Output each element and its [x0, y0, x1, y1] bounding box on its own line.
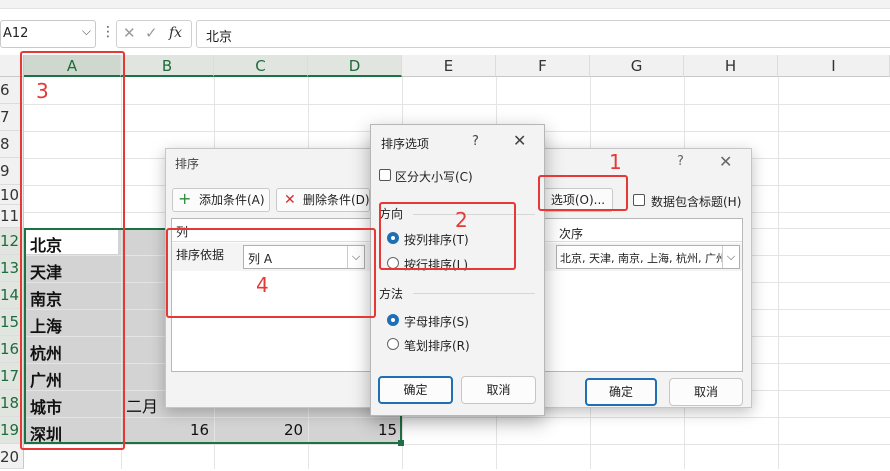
col-header-f[interactable]: F [496, 55, 590, 77]
sort-order-combo[interactable]: 北京, 天津, 南京, 上海, 杭州, 广州, ⌵ [556, 245, 740, 269]
annotation-label-2: 2 [455, 208, 468, 232]
fx-icon[interactable]: fx [169, 25, 182, 41]
stroke-sort-label: 笔划排序(R) [404, 339, 470, 353]
sort-options-dialog: 排序选项 ? ✕ 区分大小写(C) 方向 按列排序(T) 按行排序(L) 方法 … [370, 124, 545, 416]
name-box[interactable]: A12 ⌵ [0, 20, 96, 48]
sort-ok-button[interactable]: 确定 [585, 378, 657, 406]
enter-icon[interactable]: ✓ [145, 24, 158, 42]
alpha-sort-label: 字母排序(S) [404, 315, 469, 329]
col-header-c[interactable]: C [214, 55, 308, 77]
more-icon[interactable]: ⋮ [101, 24, 115, 40]
fill-handle[interactable] [398, 440, 404, 446]
formula-content: 北京 [206, 30, 233, 45]
order-header-label: 次序 [559, 227, 584, 241]
options-dialog-title: 排序选项 [381, 137, 430, 151]
formula-input[interactable]: 北京 [196, 20, 890, 48]
chevron-down-icon[interactable]: ⌵ [722, 246, 739, 268]
delete-condition-button[interactable]: ✕ 删除条件(D) [276, 188, 370, 212]
annotation-box-1 [538, 175, 628, 211]
sort-cancel-button[interactable]: 取消 [669, 378, 743, 406]
add-condition-button[interactable]: + 添加条件(A) [172, 188, 270, 212]
header-checkbox[interactable] [633, 194, 645, 206]
col-header-e[interactable]: E [402, 55, 496, 77]
annotation-label-3: 3 [36, 79, 49, 103]
formula-buttons: ✕ ✓ fx [116, 20, 192, 48]
options-cancel-button[interactable]: 取消 [461, 376, 536, 404]
header-checkbox-label: 数据包含标题(H) [651, 195, 742, 209]
close-icon[interactable]: ✕ [513, 131, 526, 150]
close-icon[interactable]: ✕ [719, 152, 732, 171]
ribbon-edge [0, 0, 890, 9]
help-icon[interactable]: ? [677, 154, 684, 169]
stroke-sort-radio[interactable] [387, 338, 399, 350]
col-header-g[interactable]: G [590, 55, 684, 77]
annotation-label-1: 1 [609, 150, 622, 174]
col-header-i[interactable]: I [778, 55, 890, 77]
annotation-label-4: 4 [256, 273, 269, 297]
col-header-b[interactable]: B [121, 55, 214, 77]
delete-icon: ✕ [284, 192, 296, 208]
help-icon[interactable]: ? [472, 134, 479, 149]
method-divider [413, 293, 535, 294]
col-header-h[interactable]: H [684, 55, 778, 77]
alpha-sort-radio[interactable] [387, 314, 399, 326]
case-sensitive-label: 区分大小写(C) [395, 170, 473, 184]
col-header-d[interactable]: D [308, 55, 402, 77]
name-box-value: A12 [3, 26, 29, 41]
options-ok-button[interactable]: 确定 [378, 376, 453, 404]
annotation-box-3 [20, 51, 125, 450]
sort-dialog-title: 排序 [175, 157, 200, 171]
chevron-down-icon[interactable]: ⌵ [82, 24, 91, 39]
cancel-icon[interactable]: ✕ [123, 24, 136, 42]
plus-icon: + [178, 189, 192, 208]
method-group-label: 方法 [379, 287, 404, 301]
case-sensitive-checkbox[interactable] [379, 169, 391, 181]
annotation-box-4 [166, 228, 376, 318]
annotation-box-2 [379, 202, 516, 270]
